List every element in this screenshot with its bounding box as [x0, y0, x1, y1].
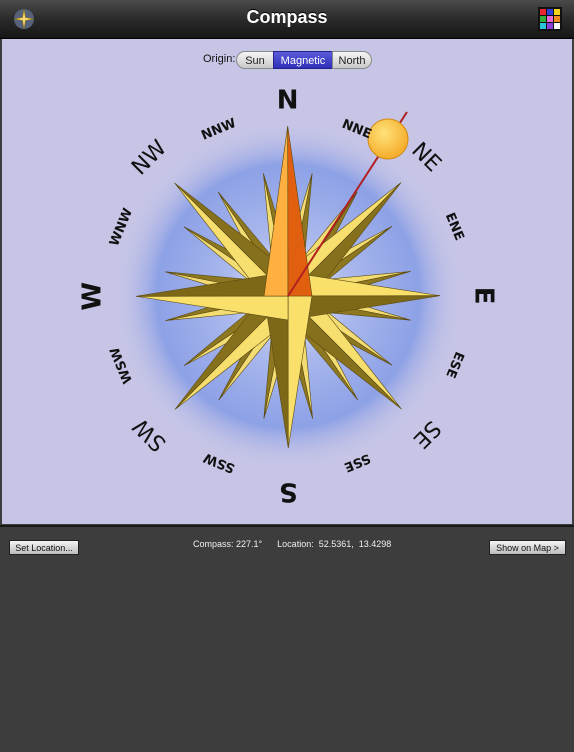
compass-value: 227.1°	[236, 539, 263, 549]
origin-label: Origin:	[203, 53, 236, 65]
bottom-panel: Set Location... Compass: 227.1° Location…	[0, 525, 574, 752]
set-location-button[interactable]: Set Location...	[9, 540, 79, 555]
compass-label: NE	[406, 138, 445, 177]
grid-cell	[540, 9, 546, 15]
grid-cell	[547, 16, 553, 22]
grid-cell	[554, 16, 560, 22]
grid-cell	[540, 16, 546, 22]
location-value: 52.5361, 13.4298	[318, 539, 392, 549]
grid-cell	[540, 23, 546, 29]
origin-magnetic-button[interactable]: Magnetic	[273, 51, 333, 69]
compass-view: N E S W NE SE SW NW NNE ENE ESE SSE SSW WSW WNW NNW Ori…	[2, 39, 572, 524]
origin-selector: Origin: Sun Magnetic North	[2, 51, 572, 71]
sun-icon	[367, 118, 409, 160]
title-bar: Compass	[0, 0, 574, 39]
status-readout: Compass: 227.1° Location: 52.5361, 13.42…	[193, 539, 391, 549]
location-label: Location:	[277, 539, 314, 549]
compass-label: S	[279, 476, 298, 506]
grid-cell	[554, 9, 560, 15]
compass-label: Compass:	[193, 539, 234, 549]
compass-label: SE	[408, 415, 445, 452]
origin-sun-button[interactable]: Sun	[236, 51, 274, 69]
grid-cell	[554, 23, 560, 29]
grid-cell	[547, 9, 553, 15]
compass-rose[interactable]: NESWNESESWNWNNEENEESESSESSWWSWWNWNNW	[2, 39, 572, 524]
compass-label: W	[77, 282, 107, 311]
show-on-map-button[interactable]: Show on Map >	[489, 540, 566, 555]
color-grid-icon[interactable]	[538, 7, 562, 31]
page-title: Compass	[246, 7, 328, 27]
origin-north-button[interactable]: North	[332, 51, 372, 69]
compass-label: N	[277, 85, 299, 115]
compass-label: E	[468, 287, 498, 305]
grid-cell	[547, 23, 553, 29]
